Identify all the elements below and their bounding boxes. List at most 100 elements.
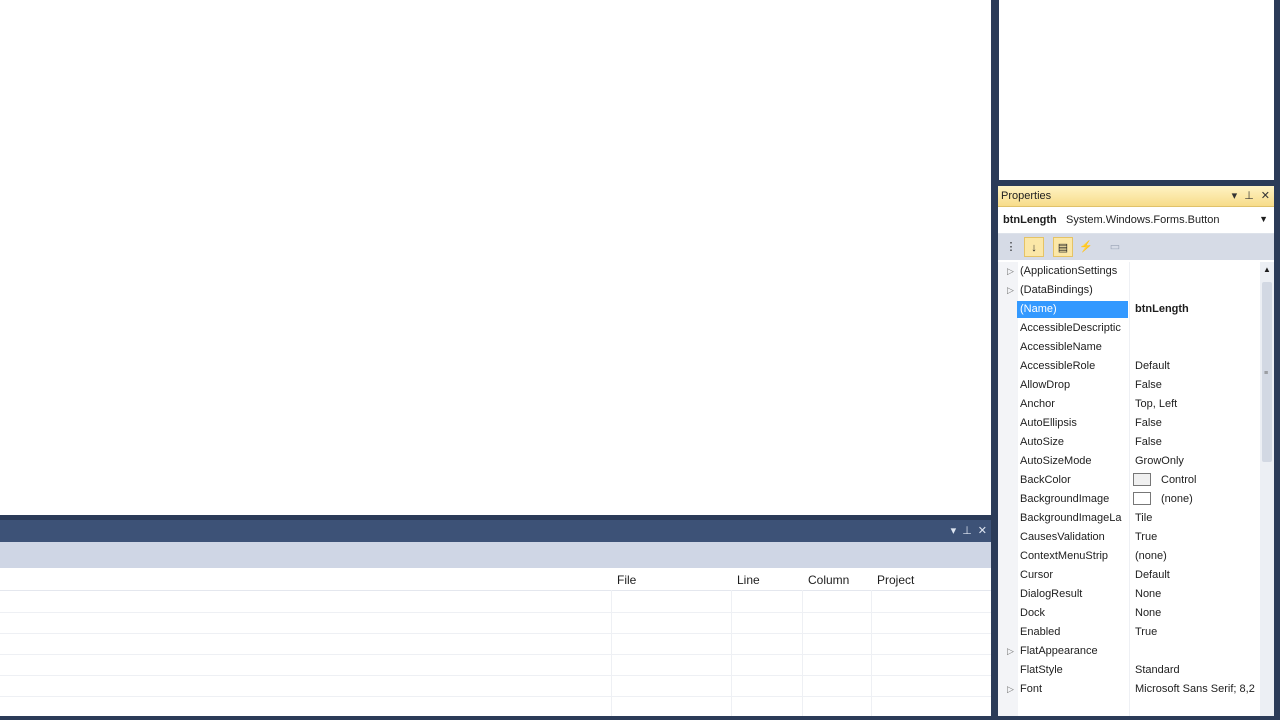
property-name: CausesValidation xyxy=(1020,531,1105,543)
property-name: Dock xyxy=(1020,607,1046,619)
property-value[interactable]: Microsoft Sans Serif; 8,2 xyxy=(1135,683,1255,695)
property-name: DialogResult xyxy=(1020,588,1083,600)
properties-toolbar: ⋮ ↓ ▤ ⚡ ▭ xyxy=(998,234,1274,260)
property-value[interactable]: (none) xyxy=(1135,550,1255,562)
column-divider xyxy=(871,590,872,716)
property-row[interactable]: AutoSize False xyxy=(998,433,1260,452)
property-row[interactable]: Dock None xyxy=(998,604,1260,623)
solution-explorer-panel xyxy=(999,0,1274,180)
property-name: AutoSizeMode xyxy=(1020,455,1092,467)
properties-scrollbar[interactable]: ▲ ≡ xyxy=(1260,262,1274,716)
property-name: AccessibleName xyxy=(1020,341,1102,353)
properties-view-icon[interactable]: ▤ xyxy=(1053,237,1073,257)
column-header-file[interactable]: File xyxy=(617,573,636,587)
property-name: AllowDrop xyxy=(1020,379,1071,391)
property-value[interactable]: Tile xyxy=(1135,512,1255,524)
form-designer-surface[interactable] xyxy=(0,0,991,515)
property-value[interactable]: Control xyxy=(1161,474,1260,486)
column-divider xyxy=(802,590,803,716)
window-position-icon[interactable]: ▾ xyxy=(1232,189,1238,202)
error-list-panel: ▾ ⊥ ✕ File Line Column Project xyxy=(0,520,991,716)
property-name: BackgroundImage xyxy=(1020,493,1110,505)
error-list-toolbar xyxy=(0,542,991,569)
property-name: (DataBindings) xyxy=(1020,284,1093,296)
property-name: AccessibleRole xyxy=(1020,360,1096,372)
expand-icon[interactable]: ▷ xyxy=(1007,684,1014,695)
property-row[interactable]: AccessibleName xyxy=(998,338,1260,357)
property-value[interactable]: None xyxy=(1135,588,1255,600)
property-row[interactable]: ▷ (DataBindings) xyxy=(998,281,1260,300)
property-value[interactable]: None xyxy=(1135,607,1255,619)
property-name: BackgroundImageLa xyxy=(1020,512,1122,524)
property-value[interactable]: Default xyxy=(1135,569,1255,581)
scroll-up-icon[interactable]: ▲ xyxy=(1263,265,1271,274)
property-row-selected[interactable]: (Name) btnLength xyxy=(998,300,1260,319)
column-header-project[interactable]: Project xyxy=(877,573,914,587)
property-value[interactable]: Top, Left xyxy=(1135,398,1255,410)
property-value[interactable]: GrowOnly xyxy=(1135,455,1255,467)
property-row[interactable]: BackColor Control xyxy=(998,471,1260,490)
window-position-icon[interactable]: ▾ xyxy=(951,524,957,537)
property-name: ContextMenuStrip xyxy=(1020,550,1109,562)
image-swatch xyxy=(1133,492,1151,505)
pin-icon[interactable]: ⊥ xyxy=(1244,189,1254,202)
property-value[interactable]: Default xyxy=(1135,360,1255,372)
column-header-line[interactable]: Line xyxy=(737,573,760,587)
property-row[interactable]: AccessibleRole Default xyxy=(998,357,1260,376)
property-row[interactable]: AllowDrop False xyxy=(998,376,1260,395)
error-list-header: File Line Column Project xyxy=(0,568,991,591)
property-value[interactable]: False xyxy=(1135,436,1255,448)
property-name: (ApplicationSettings xyxy=(1020,265,1118,277)
property-pages-icon[interactable]: ▭ xyxy=(1105,237,1125,257)
pin-icon[interactable]: ⊥ xyxy=(962,524,972,537)
property-row[interactable]: Cursor Default xyxy=(998,566,1260,585)
row-divider xyxy=(0,654,991,655)
categorized-icon[interactable]: ⋮ xyxy=(1001,237,1021,257)
object-name: btnLength xyxy=(1003,214,1057,226)
column-header-column[interactable]: Column xyxy=(808,573,849,587)
property-name: (Name) xyxy=(1017,301,1128,318)
property-value[interactable]: False xyxy=(1135,417,1255,429)
row-divider xyxy=(0,696,991,697)
property-grid: ▷ (ApplicationSettings ▷ (DataBindings) … xyxy=(998,262,1260,716)
object-type: System.Windows.Forms.Button xyxy=(1066,214,1220,226)
property-row[interactable]: ▷ (ApplicationSettings xyxy=(998,262,1260,281)
property-row[interactable]: CausesValidation True xyxy=(998,528,1260,547)
color-swatch xyxy=(1133,473,1151,486)
property-row[interactable]: ContextMenuStrip (none) xyxy=(998,547,1260,566)
properties-titlebar: Properties ▾ ⊥ ✕ xyxy=(998,186,1274,207)
property-row[interactable]: AutoSizeMode GrowOnly xyxy=(998,452,1260,471)
expand-icon[interactable]: ▷ xyxy=(1007,646,1014,657)
property-row[interactable]: FlatStyle Standard xyxy=(998,661,1260,680)
chevron-down-icon[interactable]: ▼ xyxy=(1259,214,1268,224)
property-row[interactable]: Enabled True xyxy=(998,623,1260,642)
expand-icon[interactable]: ▷ xyxy=(1007,285,1014,296)
expand-icon[interactable]: ▷ xyxy=(1007,266,1014,277)
property-name: Cursor xyxy=(1020,569,1054,581)
property-row[interactable]: BackgroundImageLa Tile xyxy=(998,509,1260,528)
property-row[interactable]: ▷ FlatAppearance xyxy=(998,642,1260,661)
close-icon[interactable]: ✕ xyxy=(978,524,987,537)
property-name: Anchor xyxy=(1020,398,1055,410)
property-value[interactable]: Standard xyxy=(1135,664,1255,676)
property-value-input[interactable]: btnLength xyxy=(1135,303,1255,315)
property-value[interactable]: (none) xyxy=(1161,493,1260,505)
property-name: Font xyxy=(1020,683,1043,695)
property-row[interactable]: AutoEllipsis False xyxy=(998,414,1260,433)
property-row[interactable]: Anchor Top, Left xyxy=(998,395,1260,414)
close-icon[interactable]: ✕ xyxy=(1261,189,1270,202)
properties-title: Properties xyxy=(1001,190,1052,202)
row-divider xyxy=(0,612,991,613)
property-value[interactable]: True xyxy=(1135,531,1255,543)
property-row[interactable]: DialogResult None xyxy=(998,585,1260,604)
property-value[interactable]: True xyxy=(1135,626,1255,638)
alphabetical-icon[interactable]: ↓ xyxy=(1024,237,1044,257)
object-selector[interactable]: btnLength System.Windows.Forms.Button ▼ xyxy=(998,207,1274,234)
property-row[interactable]: BackgroundImage (none) xyxy=(998,490,1260,509)
property-row[interactable]: AccessibleDescriptic xyxy=(998,319,1260,338)
column-divider xyxy=(731,590,732,716)
property-row[interactable]: ▷ Font Microsoft Sans Serif; 8,2 xyxy=(998,680,1260,699)
property-name: Enabled xyxy=(1020,626,1061,638)
property-value[interactable]: False xyxy=(1135,379,1255,391)
events-icon[interactable]: ⚡ xyxy=(1076,237,1096,257)
